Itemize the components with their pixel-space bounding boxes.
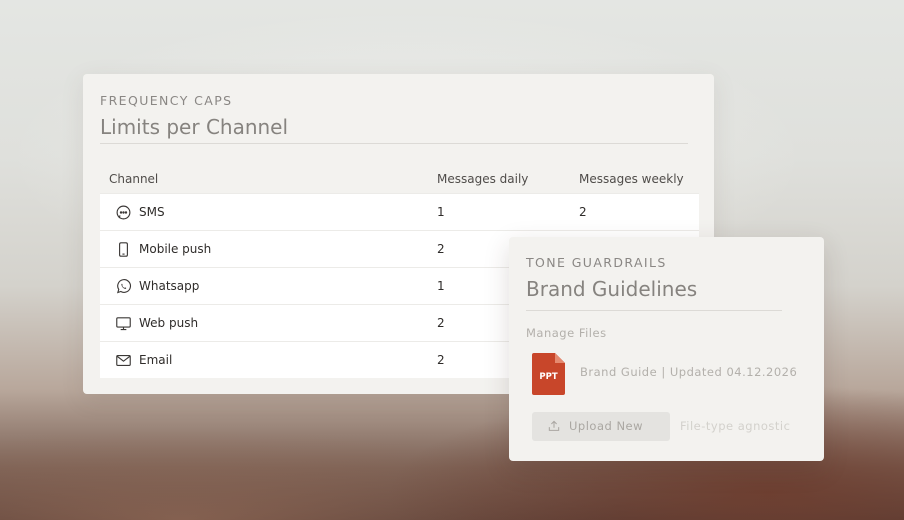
chat-bubble-icon xyxy=(116,205,131,220)
daily-limit: 2 xyxy=(437,242,445,256)
channel-name: Web push xyxy=(139,316,199,330)
monitor-icon xyxy=(116,317,131,331)
divider xyxy=(100,143,688,144)
table-row[interactable]: SMS 1 2 xyxy=(100,193,699,230)
upload-label: Upload New xyxy=(569,419,644,433)
card-eyebrow: TONE GUARDRAILS xyxy=(526,255,667,270)
section-label: Manage Files xyxy=(526,326,607,340)
file-type-label: PPT xyxy=(539,372,557,382)
column-header-weekly: Messages weekly xyxy=(579,172,684,186)
envelope-icon xyxy=(116,354,131,367)
channel-name: Whatsapp xyxy=(139,279,200,293)
file-name[interactable]: Brand Guide | Updated 04.12.2026 xyxy=(580,365,797,379)
mobile-phone-icon xyxy=(119,242,128,257)
file-type-hint: File-type agnostic xyxy=(680,419,791,433)
tone-guardrails-card: TONE GUARDRAILS Brand Guidelines Manage … xyxy=(509,237,824,461)
channel-name: Email xyxy=(139,353,173,367)
channel-name: SMS xyxy=(139,205,165,219)
upload-icon xyxy=(548,420,560,431)
weekly-limit: 2 xyxy=(579,205,587,219)
channel-name: Mobile push xyxy=(139,242,212,256)
whatsapp-icon xyxy=(116,279,131,294)
card-title: Brand Guidelines xyxy=(526,277,698,301)
column-header-daily: Messages daily xyxy=(437,172,529,186)
card-eyebrow: FREQUENCY CAPS xyxy=(100,93,233,108)
table-header: Channel Messages daily Messages weekly xyxy=(100,164,699,193)
ppt-file-icon[interactable]: PPT xyxy=(532,353,565,395)
divider xyxy=(526,310,782,311)
daily-limit: 2 xyxy=(437,316,445,330)
daily-limit: 2 xyxy=(437,353,445,367)
card-title: Limits per Channel xyxy=(100,115,289,139)
daily-limit: 1 xyxy=(437,279,445,293)
column-header-channel: Channel xyxy=(109,172,159,186)
upload-new-button[interactable]: Upload New xyxy=(532,412,670,441)
daily-limit: 1 xyxy=(437,205,445,219)
